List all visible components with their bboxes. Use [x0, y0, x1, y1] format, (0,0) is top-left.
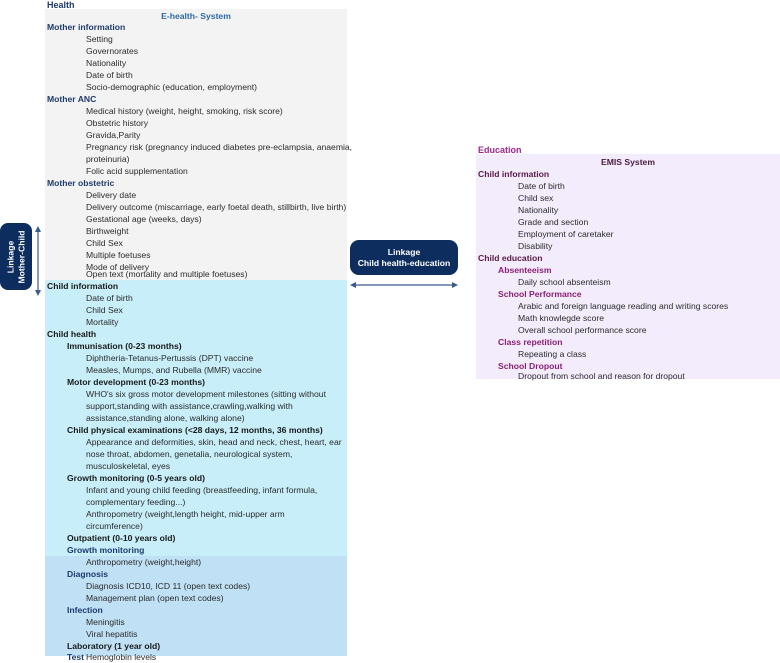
child-information-heading: Child information [47, 281, 119, 291]
list-item: Open text (mortality and multiple foetus… [86, 269, 248, 279]
list-item: Repeating a class [518, 349, 587, 359]
infection-heading: Infection [67, 605, 103, 615]
list-item: Hemoglobin levels [86, 652, 157, 662]
list-item: Gravida,Parity [86, 130, 141, 140]
linkage-mother-child-badge: Linkage Mother-Child [0, 223, 32, 290]
emis-system-title: EMIS System [601, 157, 655, 167]
health-education-double-arrow-icon [350, 282, 458, 288]
list-item: Child Sex [86, 238, 123, 248]
mother-anc-heading: Mother ANC [47, 94, 97, 104]
list-item: Meningitis [86, 617, 125, 627]
list-item: Pregnancy risk (pregnancy induced diabet… [86, 142, 353, 152]
list-item: Infant and young child feeding (breastfe… [86, 485, 318, 495]
list-item: Appearance and deformities, skin, head a… [86, 437, 342, 447]
physical-exam-heading: Child physical examinations (<28 days, 1… [67, 425, 323, 435]
mother-information-heading: Mother information [47, 22, 126, 32]
list-item: Birthweight [86, 226, 129, 236]
mother-obstetric-heading: Mother obstetric [47, 178, 115, 188]
class-repetition-heading: Class repetition [498, 337, 563, 347]
edu-child-information-heading: Child information [478, 169, 550, 179]
list-item: Employment of caretaker [518, 229, 614, 239]
list-item: proteinuria) [86, 154, 130, 164]
list-item: Medical history (weight, height, smoking… [86, 106, 283, 116]
list-item: Dropout from school and reason for dropo… [518, 371, 685, 381]
list-item: Obstetric history [86, 118, 149, 128]
test-label: Test [67, 652, 85, 662]
list-item: Anthropometry (weight,height) [86, 557, 202, 567]
list-item: complementary feeding...) [86, 497, 186, 507]
list-item: Diphtheria-Tetanus-Pertussis (DPT) vacci… [86, 353, 254, 363]
list-item: WHO's six gross motor development milest… [86, 389, 326, 399]
immunisation-heading: Immunisation (0-23 months) [67, 341, 182, 351]
outpatient-heading: Outpatient (0-10 years old) [67, 533, 176, 543]
list-item: Date of birth [86, 293, 133, 303]
list-item: circumference) [86, 521, 143, 531]
list-item: Child sex [518, 193, 554, 203]
list-item: Measles, Mumps, and Rubella (MMR) vaccin… [86, 365, 262, 375]
list-item: Daily school absenteism [518, 277, 611, 287]
list-item: support,standing with assistance,crawlin… [86, 401, 293, 411]
list-item: Child Sex [86, 305, 123, 315]
growth-monitoring-heading: Growth monitoring (0-5 years old) [67, 473, 205, 483]
list-item: Date of birth [518, 181, 565, 191]
linkage-health-education-line2: Child health-education [357, 257, 451, 268]
list-item: Governorates [86, 46, 139, 56]
list-item: Gestational age (weeks, days) [86, 214, 202, 224]
linkage-health-education-line1: Linkage [387, 246, 421, 257]
outpatient-growth-heading: Growth monitoring [67, 545, 145, 555]
list-item: Nationality [86, 58, 127, 68]
list-item: Math knowlegde score [518, 313, 604, 323]
list-item: Multiple foetuses [86, 250, 151, 260]
mother-child-double-arrow-icon [35, 226, 41, 296]
school-performance-heading: School Performance [498, 289, 582, 299]
list-item: Delivery outcome (miscarriage, early foe… [86, 202, 347, 212]
linkage-health-education-badge: Linkage Child health-education [350, 240, 458, 275]
list-item: Arabic and foreign language reading and … [518, 301, 729, 311]
motor-development-heading: Motor development (0-23 months) [67, 377, 205, 387]
list-item: Setting [86, 34, 113, 44]
list-item: Delivery date [86, 190, 137, 200]
list-item: Mortality [86, 317, 119, 327]
list-item: Management plan (open text codes) [86, 593, 224, 603]
list-item: nose throat, abdomen, genetalia, neurolo… [86, 449, 293, 459]
list-item: Socio-demographic (education, employment… [86, 82, 258, 92]
list-item: assistance,standing alone, walking alone… [86, 413, 245, 423]
list-item: Overall school performance score [518, 325, 647, 335]
linkage-mother-child-line2: Mother-Child [16, 230, 26, 283]
list-item: Disability [518, 241, 553, 251]
list-item: Viral hepatitis [86, 629, 138, 639]
list-item: musculoskeletal, eyes [86, 461, 171, 471]
list-item: Anthropometry (weight,length height, mid… [86, 509, 285, 519]
list-item: Folic acid supplementation [86, 166, 188, 176]
list-item: Nationality [518, 205, 559, 215]
list-item: Date of birth [86, 70, 133, 80]
linkage-mother-child-line1: Linkage [5, 240, 15, 273]
diagnosis-heading: Diagnosis [67, 569, 109, 579]
list-item: Diagnosis ICD10, ICD 11 (open text codes… [86, 581, 251, 591]
child-health-heading: Child health [47, 329, 97, 339]
absenteeism-heading: Absenteeism [498, 265, 552, 275]
list-item: Grade and section [518, 217, 589, 227]
child-education-heading: Child education [478, 253, 543, 263]
